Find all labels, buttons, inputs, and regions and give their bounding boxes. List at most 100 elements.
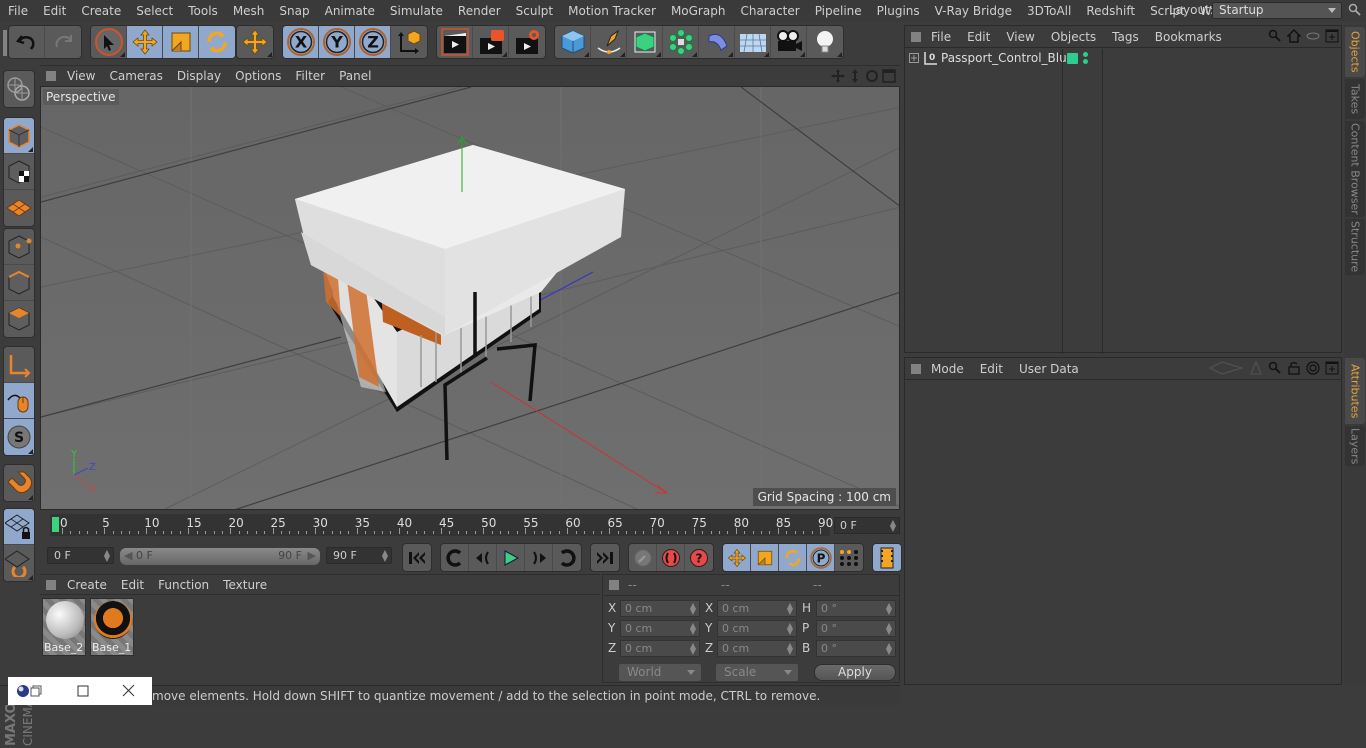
attributes-menu-mode[interactable]: Mode <box>923 362 972 376</box>
start-frame-field[interactable]: 0 F ▲ ▼ <box>47 547 114 564</box>
spinner-icon[interactable]: ▲ ▼ <box>382 549 388 563</box>
subdivision-button[interactable] <box>627 26 663 58</box>
polygons-mode-button[interactable] <box>4 301 34 337</box>
menu-render[interactable]: Render <box>450 4 508 18</box>
rotate-tool-button[interactable] <box>199 26 235 58</box>
coordinate-type-select[interactable]: Scale <box>716 664 798 681</box>
edges-mode-button[interactable] <box>4 265 34 301</box>
back-arrow-icon[interactable] <box>1208 361 1244 375</box>
menu-plugins[interactable]: Plugins <box>869 4 927 18</box>
pan-view-icon[interactable] <box>831 69 845 83</box>
track-position-button[interactable] <box>723 544 751 571</box>
menu-create[interactable]: Create <box>73 4 128 18</box>
size-z-field[interactable]: 0 cm ▲ ▼ <box>717 640 797 657</box>
rotation-b-field[interactable]: 0 ° ▲ ▼ <box>816 640 896 657</box>
workplane-mode-button[interactable] <box>4 190 34 226</box>
position-y-field[interactable]: 0 cm ▲ ▼ <box>620 620 700 637</box>
home-icon[interactable] <box>1287 29 1301 43</box>
keyframe-selection-button[interactable]: ? <box>685 544 713 571</box>
panel-grip[interactable] <box>911 31 921 42</box>
menu-redshift[interactable]: Redshift <box>1078 4 1142 18</box>
menu-edit[interactable]: Edit <box>35 4 73 18</box>
next-key-button[interactable] <box>553 544 581 571</box>
3d-viewport[interactable]: Y Z X Perspective Grid Spacing : 100 cm <box>40 86 900 510</box>
attributes-menu-user-data[interactable]: User Data <box>1011 362 1087 376</box>
layout-select[interactable]: Startup <box>1212 2 1342 19</box>
timeline-window-button[interactable] <box>873 544 901 571</box>
maximize-view-icon[interactable] <box>882 69 896 83</box>
new-window-icon[interactable] <box>1325 29 1339 43</box>
track-scale-button[interactable] <box>751 544 779 571</box>
size-y-field[interactable]: 0 cm ▲ ▼ <box>717 620 797 637</box>
tab-content-browser[interactable]: Content Browser <box>1345 121 1365 217</box>
material-base-1[interactable]: Base_1 <box>90 598 134 656</box>
floor-button[interactable] <box>735 26 771 58</box>
auto-keying-button[interactable] <box>657 544 685 571</box>
spinner-icon[interactable]: ▲ ▼ <box>886 602 892 616</box>
toolbar-grip[interactable] <box>3 30 7 56</box>
panel-grip[interactable] <box>911 363 921 374</box>
new-window-icon[interactable] <box>1325 361 1339 375</box>
menu-vray-bridge[interactable]: V-Ray Bridge <box>927 4 1019 18</box>
rotation-h-field[interactable]: 0 ° ▲ ▼ <box>816 600 896 617</box>
coordinate-system-button[interactable] <box>391 26 427 58</box>
workplane-rotate-button[interactable] <box>4 545 34 581</box>
target-icon[interactable] <box>1306 361 1320 375</box>
up-arrow-icon[interactable] <box>1249 361 1263 375</box>
deformer-button[interactable] <box>699 26 735 58</box>
objects-menu-edit[interactable]: Edit <box>959 30 998 44</box>
spinner-icon[interactable]: ▲ ▼ <box>890 519 896 533</box>
play-button[interactable] <box>497 544 525 571</box>
search-icon[interactable] <box>1348 3 1362 17</box>
size-x-field[interactable]: 0 cm ▲ ▼ <box>717 600 797 617</box>
scale-tool-button[interactable] <box>163 26 199 58</box>
material-menu-function[interactable]: Function <box>151 578 216 592</box>
render-settings-button[interactable] <box>509 26 545 58</box>
go-to-end-button[interactable] <box>591 544 619 571</box>
frame-range-slider[interactable]: ◀ 0 F 90 F ▶ <box>120 548 320 565</box>
workplane-lock-button[interactable] <box>4 509 34 545</box>
panel-grip[interactable] <box>46 579 56 590</box>
objects-menu-file[interactable]: File <box>923 30 959 44</box>
objects-menu-view[interactable]: View <box>998 30 1042 44</box>
viewport-menu-display[interactable]: Display <box>170 69 228 83</box>
spinner-icon[interactable]: ▲ ▼ <box>787 622 793 636</box>
lock-icon[interactable] <box>1287 361 1301 375</box>
undo-button[interactable] <box>9 26 45 58</box>
render-view-button[interactable] <box>437 26 473 58</box>
z-axis-button[interactable]: Z <box>355 26 391 58</box>
objects-menu-tags[interactable]: Tags <box>1104 30 1147 44</box>
viewport-menu-cameras[interactable]: Cameras <box>102 69 169 83</box>
track-parameter-button[interactable]: P <box>807 544 835 571</box>
object-name[interactable]: Passport_Control_Blue <box>941 51 1074 65</box>
timeline-ruler[interactable]: 0 5 10 15 20 25 30 35 40 45 50 55 60 65 70 75 80 85 90 <box>50 514 833 536</box>
editor-visibility-dot[interactable] <box>1083 52 1088 57</box>
apply-button[interactable]: Apply <box>814 664 896 681</box>
menu-animate[interactable]: Animate <box>317 4 382 18</box>
menu-motion-tracker[interactable]: Motion Tracker <box>560 4 663 18</box>
spinner-icon[interactable]: ▲ ▼ <box>690 642 696 656</box>
snap-button[interactable] <box>4 465 34 501</box>
range-right-arrow-icon[interactable]: ▶ <box>308 548 316 564</box>
spinner-icon[interactable]: ▲ ▼ <box>886 622 892 636</box>
panel-grip[interactable] <box>609 580 619 590</box>
spinner-icon[interactable]: ▲ ▼ <box>690 622 696 636</box>
attributes-menu-edit[interactable]: Edit <box>972 362 1011 376</box>
menu-simulate[interactable]: Simulate <box>382 4 450 18</box>
tab-layers[interactable]: Layers <box>1345 426 1365 466</box>
solo-button[interactable]: S <box>4 419 34 455</box>
menu-sculpt[interactable]: Sculpt <box>508 4 560 18</box>
end-frame-field[interactable]: 90 F ▲ ▼ <box>326 547 392 564</box>
cube-button[interactable] <box>555 26 591 58</box>
position-z-field[interactable]: 0 cm ▲ ▼ <box>620 640 700 657</box>
previous-key-button[interactable] <box>441 544 469 571</box>
menu-snap[interactable]: Snap <box>271 4 316 18</box>
move-tool-button[interactable] <box>127 26 163 58</box>
axis-mode-button[interactable] <box>4 347 34 383</box>
viewport-menu-options[interactable]: Options <box>228 69 288 83</box>
spinner-icon[interactable]: ▲ ▼ <box>787 602 793 616</box>
menu-file[interactable]: File <box>0 4 35 18</box>
menu-3dtoall[interactable]: 3DToAll <box>1019 4 1078 18</box>
x-axis-button[interactable]: X <box>283 26 319 58</box>
track-pla-button[interactable] <box>835 544 863 571</box>
